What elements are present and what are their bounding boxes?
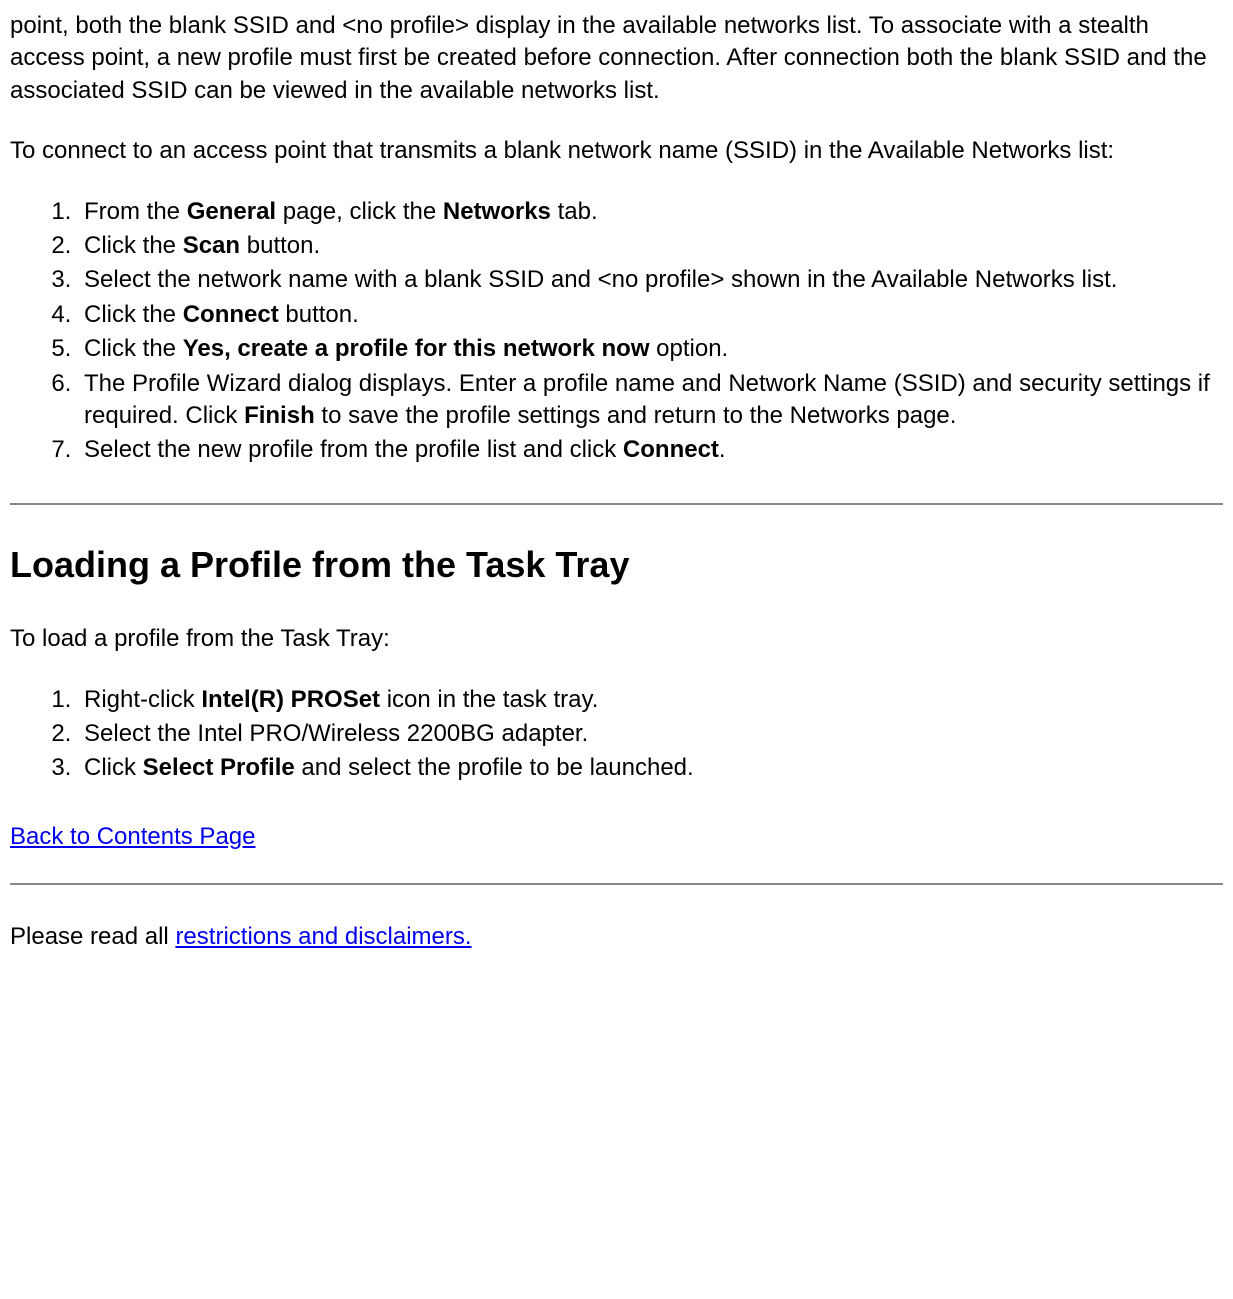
text: From the	[84, 198, 187, 225]
intro-paragraph-1: point, both the blank SSID and <no profi…	[10, 10, 1223, 107]
text: page, click the	[276, 198, 443, 225]
list-item: Select the network name with a blank SSI…	[78, 264, 1223, 296]
intro-paragraph-3: To load a profile from the Task Tray:	[10, 623, 1223, 655]
list-item: Click Select Profile and select the prof…	[78, 752, 1223, 784]
list-item: The Profile Wizard dialog displays. Ente…	[78, 368, 1223, 433]
steps-list-2: Right-click Intel(R) PROSet icon in the …	[10, 684, 1223, 785]
list-item: From the General page, click the Network…	[78, 196, 1223, 228]
bold-text: Connect	[183, 301, 279, 328]
text: Click the	[84, 335, 183, 362]
divider	[10, 883, 1223, 885]
list-item: Select the Intel PRO/Wireless 2200BG ada…	[78, 718, 1223, 750]
list-item: Click the Scan button.	[78, 230, 1223, 262]
intro-paragraph-2: To connect to an access point that trans…	[10, 135, 1223, 167]
text: icon in the task tray.	[380, 686, 598, 713]
text: button.	[279, 301, 359, 328]
text: Click the	[84, 301, 183, 328]
bold-text: Intel(R) PROSet	[201, 686, 380, 713]
text: option.	[650, 335, 729, 362]
text: and select the profile to be launched.	[295, 754, 694, 781]
bold-text: Select Profile	[143, 754, 295, 781]
back-to-contents-link[interactable]: Back to Contents Page	[10, 823, 255, 850]
bold-text: Finish	[244, 402, 315, 429]
text: Right-click	[84, 686, 201, 713]
section-heading: Loading a Profile from the Task Tray	[10, 541, 1223, 590]
text: Click the	[84, 232, 183, 259]
text: .	[719, 436, 726, 463]
footer-paragraph: Please read all restrictions and disclai…	[10, 921, 1223, 953]
text: Please read all	[10, 923, 175, 950]
steps-list-1: From the General page, click the Network…	[10, 196, 1223, 467]
text: Select the new profile from the profile …	[84, 436, 623, 463]
bold-text: General	[187, 198, 276, 225]
text: button.	[240, 232, 320, 259]
list-item: Select the new profile from the profile …	[78, 434, 1223, 466]
list-item: Click the Connect button.	[78, 299, 1223, 331]
restrictions-disclaimers-link[interactable]: restrictions and disclaimers.	[175, 923, 471, 950]
text: Click	[84, 754, 143, 781]
text: tab.	[551, 198, 598, 225]
list-item: Right-click Intel(R) PROSet icon in the …	[78, 684, 1223, 716]
bold-text: Networks	[443, 198, 551, 225]
bold-text: Scan	[183, 232, 240, 259]
bold-text: Yes, create a profile for this network n…	[183, 335, 650, 362]
text: to save the profile settings and return …	[315, 402, 957, 429]
divider	[10, 503, 1223, 505]
bold-text: Connect	[623, 436, 719, 463]
list-item: Click the Yes, create a profile for this…	[78, 333, 1223, 365]
back-link-paragraph: Back to Contents Page	[10, 821, 1223, 853]
